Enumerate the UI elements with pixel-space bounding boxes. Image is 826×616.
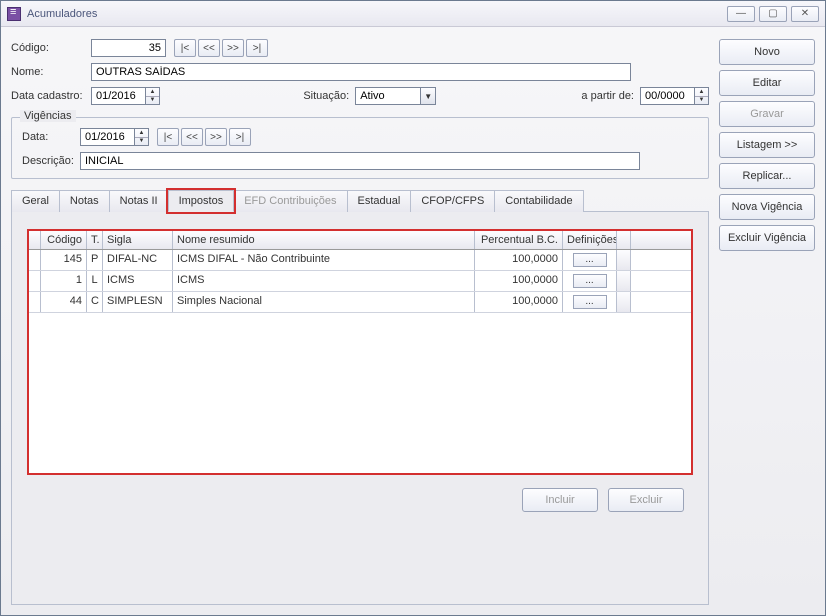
titlebar: Acumuladores — ▢ ✕ xyxy=(1,1,825,27)
vig-nav-next[interactable]: >> xyxy=(205,128,227,146)
maximize-button[interactable]: ▢ xyxy=(759,6,787,22)
codigo-label: Código: xyxy=(11,42,91,54)
tab-bar: Geral Notas Notas II Impostos EFD Contri… xyxy=(11,189,709,212)
minimize-button[interactable]: — xyxy=(727,6,755,22)
nav-first-button[interactable]: |< xyxy=(174,39,196,57)
vig-data-input[interactable] xyxy=(80,128,135,146)
vig-nav-prev[interactable]: << xyxy=(181,128,203,146)
tab-cfop[interactable]: CFOP/CFPS xyxy=(410,190,495,212)
vig-data-spinner[interactable]: ▲▼ xyxy=(135,128,149,146)
vig-desc-label: Descrição: xyxy=(22,155,80,167)
window-title: Acumuladores xyxy=(27,8,97,20)
excluir-button[interactable]: Excluir xyxy=(608,488,684,512)
grid-header: Código T. Sigla Nome resumido Percentual… xyxy=(29,231,691,250)
tab-pane-impostos: Código T. Sigla Nome resumido Percentual… xyxy=(11,212,709,605)
situacao-label: Situação: xyxy=(299,90,355,102)
tab-estadual[interactable]: Estadual xyxy=(347,190,412,212)
novo-button[interactable]: Novo xyxy=(719,39,815,65)
codigo-input[interactable] xyxy=(91,39,166,57)
tab-efd: EFD Contribuições xyxy=(233,190,347,212)
impostos-grid[interactable]: Código T. Sigla Nome resumido Percentual… xyxy=(28,230,692,474)
nova-vigencia-button[interactable]: Nova Vigência xyxy=(719,194,815,220)
hdr-sigla[interactable]: Sigla xyxy=(103,231,173,249)
situacao-value[interactable] xyxy=(355,87,420,105)
apartir-spinner[interactable]: ▲▼ xyxy=(695,87,709,105)
tab-notas[interactable]: Notas xyxy=(59,190,110,212)
incluir-button[interactable]: Incluir xyxy=(522,488,598,512)
definicoes-button[interactable]: ... xyxy=(573,253,607,267)
app-icon xyxy=(7,7,21,21)
vig-nav-first[interactable]: |< xyxy=(157,128,179,146)
situacao-select[interactable]: ▼ xyxy=(355,87,436,105)
nav-prev-button[interactable]: << xyxy=(198,39,220,57)
table-row[interactable]: 44CSIMPLESNSimples Nacional100,0000... xyxy=(29,292,691,313)
listagem-button[interactable]: Listagem >> xyxy=(719,132,815,158)
tab-geral[interactable]: Geral xyxy=(11,190,60,212)
data-cadastro-spinner[interactable]: ▲▼ xyxy=(146,87,160,105)
vig-data-label: Data: xyxy=(22,131,80,143)
apartir-input[interactable] xyxy=(640,87,695,105)
editar-button[interactable]: Editar xyxy=(719,70,815,96)
apartir-label: a partir de: xyxy=(575,90,640,102)
data-cadastro-label: Data cadastro: xyxy=(11,90,91,102)
definicoes-button[interactable]: ... xyxy=(573,274,607,288)
hdr-codigo[interactable]: Código xyxy=(41,231,87,249)
vig-nav-last[interactable]: >| xyxy=(229,128,251,146)
table-row[interactable]: 145PDIFAL-NCICMS DIFAL - Não Contribuint… xyxy=(29,250,691,271)
nome-label: Nome: xyxy=(11,66,91,78)
hdr-nome[interactable]: Nome resumido xyxy=(173,231,475,249)
data-cadastro-input[interactable] xyxy=(91,87,146,105)
excluir-vigencia-button[interactable]: Excluir Vigência xyxy=(719,225,815,251)
definicoes-button[interactable]: ... xyxy=(573,295,607,309)
hdr-pct[interactable]: Percentual B.C. xyxy=(475,231,563,249)
app-window: Acumuladores — ▢ ✕ Código: |< << >> >| xyxy=(0,0,826,616)
replicar-button[interactable]: Replicar... xyxy=(719,163,815,189)
tab-impostos[interactable]: Impostos xyxy=(168,190,235,212)
vig-desc-input[interactable] xyxy=(80,152,640,170)
tab-contabilidade[interactable]: Contabilidade xyxy=(494,190,583,212)
hdr-t[interactable]: T. xyxy=(87,231,103,249)
close-button[interactable]: ✕ xyxy=(791,6,819,22)
tab-notas2[interactable]: Notas II xyxy=(109,190,169,212)
vigencias-legend: Vigências xyxy=(20,110,76,122)
nav-next-button[interactable]: >> xyxy=(222,39,244,57)
chevron-down-icon[interactable]: ▼ xyxy=(420,87,436,105)
nome-input[interactable] xyxy=(91,63,631,81)
gravar-button: Gravar xyxy=(719,101,815,127)
vigencias-group: Vigências Data: ▲▼ |< << >> >| Descrição… xyxy=(11,117,709,179)
nav-last-button[interactable]: >| xyxy=(246,39,268,57)
table-row[interactable]: 1LICMSICMS100,0000... xyxy=(29,271,691,292)
hdr-def[interactable]: Definições xyxy=(563,231,617,249)
